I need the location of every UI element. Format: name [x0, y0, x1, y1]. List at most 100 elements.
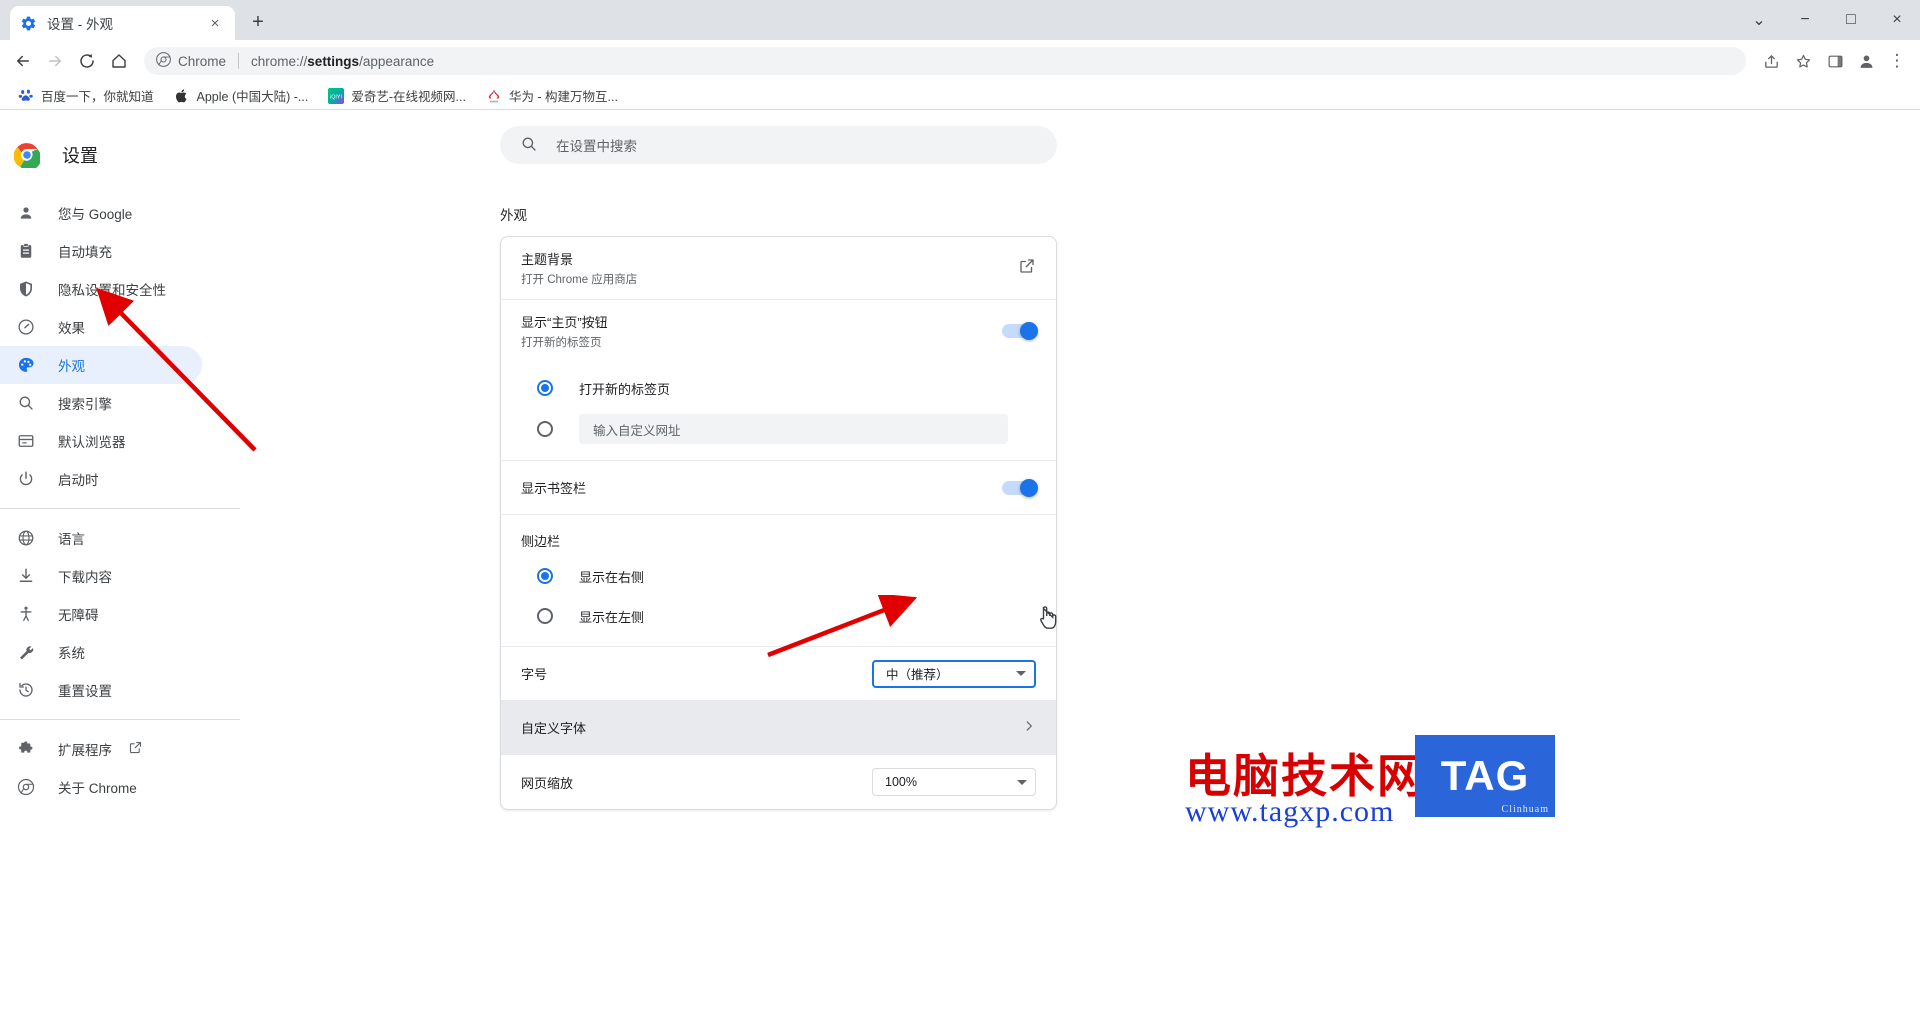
settings-sidebar: 设置 您与 Google 自动填充 隐私设置和安全性 效果 外观 搜索引擎 默认…	[0, 110, 500, 1028]
sidebar-item-label: 关于 Chrome	[58, 781, 137, 796]
row-show-home-button[interactable]: 显示“主页”按钮 打开新的标签页	[501, 300, 1056, 362]
side-panel-options: 显示在右侧 显示在左侧	[501, 550, 1056, 646]
open-in-new-icon[interactable]	[1018, 257, 1036, 280]
sidebar-item-languages[interactable]: 语言	[0, 519, 202, 557]
bookmark-item[interactable]: Apple (中国大陆) -...	[166, 83, 317, 108]
omnibox-divider	[238, 53, 240, 69]
sidebar-item-autofill[interactable]: 自动填充	[0, 232, 202, 270]
bookmarks-bar-labels: 显示书签栏	[521, 466, 586, 509]
custom-url-placeholder: 输入自定义网址	[593, 423, 681, 438]
radio-custom-url[interactable]: 输入自定义网址	[501, 408, 1056, 450]
close-tab-icon[interactable]: ×	[205, 13, 225, 33]
globe-icon	[16, 529, 36, 547]
settings-nav-group-3: 扩展程序 关于 Chrome	[0, 730, 500, 806]
settings-nav-group-1: 您与 Google 自动填充 隐私设置和安全性 效果 外观 搜索引擎 默认浏览器…	[0, 194, 500, 498]
chrome-icon	[156, 52, 171, 70]
baidu-icon	[18, 88, 34, 104]
person-icon	[16, 204, 36, 222]
url-bold: settings	[307, 53, 360, 69]
page-zoom-select[interactable]: 100%	[872, 768, 1036, 796]
search-icon	[16, 394, 36, 412]
browser-toolbar: Chrome chrome://settings/appearance ⋮	[0, 40, 1920, 82]
maximize-icon[interactable]: □	[1828, 0, 1874, 40]
tab-strip: 设置 - 外观 × +	[0, 0, 273, 40]
custom-url-input[interactable]: 输入自定义网址	[579, 414, 1008, 444]
profile-avatar-icon[interactable]	[1852, 47, 1880, 75]
sidebar-item-privacy-security[interactable]: 隐私设置和安全性	[0, 270, 202, 308]
sidebar-item-label: 启动时	[58, 473, 99, 488]
radio-show-on-right[interactable]: 显示在右侧	[501, 556, 1056, 596]
apple-icon	[174, 88, 190, 104]
sidebar-item-appearance[interactable]: 外观	[0, 346, 202, 384]
new-tab-button[interactable]: +	[243, 7, 273, 37]
sidebar-item-search-engine[interactable]: 搜索引擎	[0, 384, 202, 422]
home-button-toggle[interactable]	[1002, 322, 1038, 340]
home-icon[interactable]	[104, 46, 134, 76]
sidebar-item-reset-settings[interactable]: 重置设置	[0, 671, 202, 709]
sidebar-item-system[interactable]: 系统	[0, 633, 202, 671]
bookmark-item[interactable]: 百度一下，你就知道	[10, 83, 162, 108]
sidebar-item-label: 语言	[58, 532, 85, 547]
side-panel-icon[interactable]	[1820, 46, 1850, 76]
sidebar-item-you-and-google[interactable]: 您与 Google	[0, 194, 202, 232]
home-button-options: 打开新的标签页 输入自定义网址	[501, 362, 1056, 460]
row-page-zoom[interactable]: 网页缩放 100%	[501, 755, 1056, 809]
page-title: 外观	[500, 208, 527, 223]
shield-icon	[16, 280, 36, 298]
sidebar-item-label: 重置设置	[58, 684, 112, 699]
search-placeholder: 在设置中搜索	[556, 139, 637, 154]
close-window-icon[interactable]: ×	[1874, 0, 1920, 40]
radio-show-on-left[interactable]: 显示在左侧	[501, 596, 1056, 636]
browser-tab[interactable]: 设置 - 外观 ×	[10, 6, 235, 40]
bookmark-star-icon[interactable]	[1788, 46, 1818, 76]
row-theme[interactable]: 主题背景 打开 Chrome 应用商店	[501, 237, 1056, 300]
sidebar-item-label: 效果	[58, 321, 85, 336]
sidebar-item-downloads[interactable]: 下载内容	[0, 557, 202, 595]
watermark-site-url: www.tagxp.com	[1185, 795, 1395, 828]
bookmarks-bar-toggle[interactable]	[1002, 478, 1038, 497]
sidebar-item-label: 系统	[58, 646, 85, 661]
share-icon[interactable]	[1756, 46, 1786, 76]
sidebar-item-label: 搜索引擎	[58, 397, 112, 412]
back-icon[interactable]	[8, 46, 38, 76]
site-identity-chip[interactable]: Chrome	[156, 52, 226, 70]
address-bar[interactable]: Chrome chrome://settings/appearance	[144, 47, 1746, 75]
svg-text:iQIYI: iQIYI	[330, 94, 342, 100]
sidebar-item-performance[interactable]: 效果	[0, 308, 202, 346]
sidebar-item-on-startup[interactable]: 启动时	[0, 460, 202, 498]
chrome-menu-icon[interactable]: ⋮	[1882, 46, 1912, 76]
wrench-icon	[16, 643, 36, 661]
bookmark-item[interactable]: 华为 - 构建万物互...	[478, 83, 626, 108]
row-show-bookmarks-bar[interactable]: 显示书签栏	[501, 461, 1056, 515]
mouse-cursor-pointer	[1040, 606, 1057, 629]
watermark-badge-text: TAG	[1440, 752, 1530, 799]
row-font-size[interactable]: 字号 中（推荐）	[501, 647, 1056, 701]
power-icon	[16, 470, 36, 488]
sidebar-item-extensions[interactable]: 扩展程序	[0, 730, 240, 768]
minimize-group-icon[interactable]: ⌄	[1736, 0, 1782, 40]
home-button-labels: 显示“主页”按钮 打开新的标签页	[521, 300, 608, 362]
reload-icon[interactable]	[72, 46, 102, 76]
row-customize-fonts[interactable]: 自定义字体	[501, 701, 1056, 755]
search-input[interactable]: 在设置中搜索	[500, 126, 1057, 164]
sidebar-item-default-browser[interactable]: 默认浏览器	[0, 422, 202, 460]
radio-indicator[interactable]	[537, 608, 553, 624]
home-button-title: 显示“主页”按钮	[521, 315, 608, 330]
download-icon	[16, 567, 36, 585]
bookmark-item[interactable]: iQIYI 爱奇艺-在线视频网...	[320, 83, 474, 108]
url-suffix: /appearance	[359, 53, 435, 69]
minimize-icon[interactable]: −	[1782, 0, 1828, 40]
appearance-settings-card: 主题背景 打开 Chrome 应用商店 显示“主页”按钮 打开新的标签页 打开新…	[500, 236, 1057, 810]
accessibility-icon	[16, 605, 36, 623]
radio-indicator[interactable]	[537, 380, 553, 396]
font-size-select[interactable]: 中（推荐）	[872, 659, 1036, 688]
sidebar-item-label: 隐私设置和安全性	[58, 283, 166, 298]
sidebar-item-label: 外观	[58, 359, 85, 374]
sidebar-item-about-chrome[interactable]: 关于 Chrome	[0, 768, 202, 806]
sidebar-item-accessibility[interactable]: 无障碍	[0, 595, 202, 633]
radio-new-tab-page[interactable]: 打开新的标签页	[501, 368, 1056, 408]
forward-icon[interactable]	[40, 46, 70, 76]
browser-window-icon	[16, 432, 36, 450]
radio-indicator[interactable]	[537, 568, 553, 584]
radio-indicator[interactable]	[537, 421, 553, 437]
